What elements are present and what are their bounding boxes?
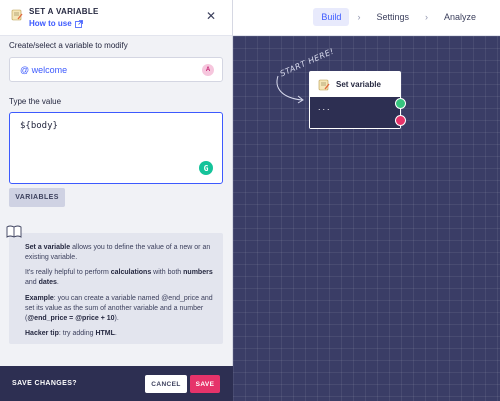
help-paragraph: It's really helpful to perform calculati…: [25, 269, 213, 287]
notepad-icon: [11, 8, 23, 21]
node-header: Set variable: [310, 72, 400, 97]
value-text: ${body}: [20, 121, 58, 131]
variables-button[interactable]: VARIABLES: [9, 188, 65, 207]
help-paragraph: Hacker tip: try adding HTML.: [25, 329, 117, 337]
how-to-use-label: How to use: [29, 19, 72, 28]
cancel-button[interactable]: CANCEL: [145, 375, 187, 393]
node-title: Set variable: [336, 80, 381, 89]
set-variable-panel: SET A VARIABLE How to use ✕ Create/selec…: [0, 0, 233, 401]
book-icon: [6, 225, 22, 238]
external-link-icon: [74, 19, 83, 28]
nav-separator-icon: ›: [424, 12, 428, 22]
notepad-icon: [318, 79, 330, 91]
help-paragraph: Set a variable allows you to define the …: [25, 244, 211, 262]
curved-arrow-icon: [276, 75, 304, 104]
variable-value: @ welcome: [20, 65, 68, 75]
help-paragraph: Example: you can create a variable named…: [25, 294, 213, 322]
panel-header: SET A VARIABLE How to use ✕: [0, 0, 232, 36]
how-to-use-link[interactable]: How to use: [29, 19, 83, 28]
tab-settings[interactable]: Settings: [368, 8, 417, 26]
nav-separator-icon: ›: [357, 12, 361, 22]
node-body: ...: [310, 97, 400, 128]
success-port[interactable]: [395, 98, 406, 109]
error-port[interactable]: [395, 115, 406, 126]
save-changes-prompt: SAVE CHANGES?: [12, 380, 77, 387]
value-textarea[interactable]: ${body} G: [9, 112, 223, 184]
tab-build[interactable]: Build: [313, 8, 350, 26]
help-box: Set a variable allows you to define the …: [9, 233, 223, 344]
variable-select[interactable]: @ welcome A: [9, 57, 223, 82]
close-icon[interactable]: ✕: [206, 10, 216, 22]
set-variable-node[interactable]: Set variable ...: [309, 71, 401, 129]
value-label: Type the value: [9, 97, 62, 106]
save-button[interactable]: SAVE: [190, 375, 220, 393]
grammarly-icon[interactable]: G: [199, 161, 213, 175]
variable-type-badge: A: [202, 64, 214, 76]
save-footer: SAVE CHANGES? CANCEL SAVE: [0, 366, 233, 401]
tab-analyze[interactable]: Analyze: [436, 8, 484, 26]
top-nav-bar: Build › Settings › Analyze: [233, 0, 500, 36]
panel-title: SET A VARIABLE: [29, 7, 99, 16]
variable-label: Create/select a variable to modify: [9, 41, 128, 50]
workflow-nav: Build › Settings › Analyze: [313, 8, 484, 26]
